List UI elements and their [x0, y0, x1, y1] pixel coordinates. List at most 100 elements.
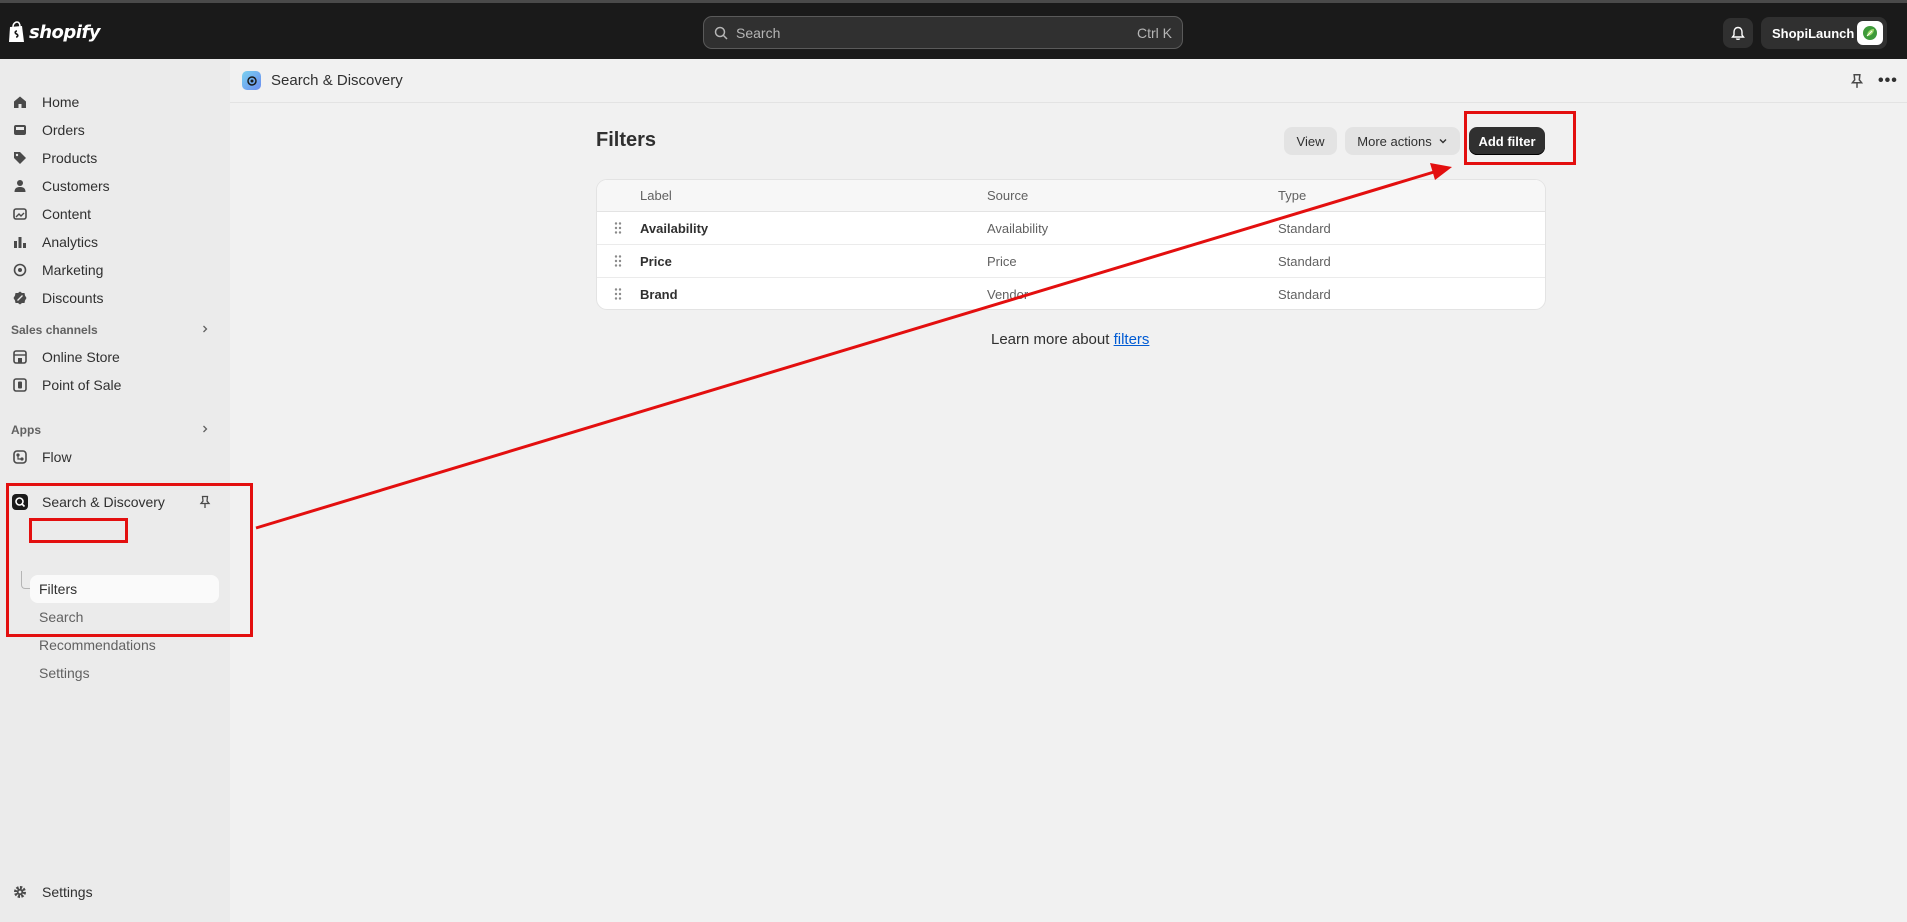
top-bar: shopify Search Ctrl K ShopiLaunch [0, 0, 1907, 59]
image-icon [12, 206, 28, 222]
page-title: Filters [596, 129, 657, 151]
sidebar-item-settings[interactable]: Settings [8, 879, 218, 905]
sidebar-item-label: Home [42, 94, 80, 110]
sidebar-item-label: Online Store [42, 349, 120, 365]
sidebar-subitem-search[interactable]: Search [39, 609, 83, 625]
sidebar: Home Orders Products Customers Content A… [0, 59, 230, 922]
column-header-label: Label [640, 188, 672, 203]
person-icon [12, 178, 28, 194]
filters-table: Label Source Type Availability Availabil… [596, 179, 1546, 310]
inbox-icon [12, 122, 28, 138]
column-header-source: Source [987, 188, 1029, 203]
chevron-right-icon[interactable] [200, 324, 210, 334]
table-row[interactable]: Brand Vendor Standard [597, 278, 1545, 309]
sidebar-item-label: Analytics [42, 234, 99, 250]
app-title: Search & Discovery [271, 72, 403, 89]
home-icon [12, 94, 28, 110]
table-header: Label Source Type [597, 180, 1545, 212]
pin-icon[interactable] [1849, 73, 1865, 89]
row-type: Standard [1278, 287, 1331, 302]
sidebar-item-label: Customers [42, 178, 110, 194]
learn-more-text: Learn more about filters [991, 331, 1149, 348]
bell-icon [1731, 26, 1745, 40]
add-filter-label: Add filter [1478, 133, 1536, 149]
sidebar-item-label: Marketing [42, 262, 104, 278]
row-label: Price [640, 254, 672, 269]
sidebar-item-customers[interactable]: Customers [8, 173, 218, 199]
view-button-label: View [1296, 133, 1325, 149]
learn-more-prefix: Learn more about [991, 331, 1114, 348]
sidebar-item-label: Products [42, 150, 98, 166]
search-icon [714, 26, 728, 40]
pos-icon [12, 377, 28, 393]
drag-handle-icon[interactable] [613, 287, 623, 301]
sidebar-item-label: Search & Discovery [42, 494, 165, 510]
chevron-right-icon[interactable] [200, 424, 210, 434]
row-label: Availability [640, 221, 709, 236]
sidebar-item-label: Settings [42, 884, 93, 900]
shopify-bag-icon [9, 21, 24, 42]
sidebar-item-home[interactable]: Home [8, 89, 218, 115]
annotation-arrow [255, 163, 1452, 530]
search-shortcut: Ctrl K [1137, 24, 1172, 41]
store-name: ShopiLaunch [1772, 25, 1855, 41]
apps-heading: Apps [11, 423, 41, 437]
pin-icon[interactable] [198, 495, 212, 509]
sidebar-item-label: Discounts [42, 290, 104, 306]
drag-handle-icon[interactable] [613, 221, 623, 235]
sidebar-item-label: Point of Sale [42, 377, 122, 393]
store-icon [12, 349, 28, 365]
leaf-icon [1863, 26, 1877, 40]
sidebar-item-search-discovery[interactable]: Search & Discovery [8, 489, 218, 515]
sidebar-subitem-recommendations[interactable]: Recommendations [39, 637, 156, 653]
app-page-header: Search & Discovery ••• [230, 59, 1907, 103]
store-menu-button[interactable]: ShopiLaunch [1761, 17, 1887, 49]
search-discovery-app-icon [12, 494, 28, 510]
sidebar-item-products[interactable]: Products [8, 145, 218, 171]
search-discovery-app-icon [242, 71, 261, 90]
row-source: Price [987, 254, 1017, 269]
table-row[interactable]: Availability Availability Standard [597, 212, 1545, 245]
shopify-logo[interactable]: shopify [8, 21, 101, 43]
row-source: Vendor [987, 287, 1029, 302]
store-avatar [1857, 21, 1883, 45]
flow-icon [12, 449, 28, 465]
sidebar-item-point-of-sale[interactable]: Point of Sale [8, 372, 218, 398]
more-options-icon[interactable]: ••• [1878, 72, 1898, 90]
sidebar-item-label: Orders [42, 122, 85, 138]
search-placeholder: Search [736, 24, 781, 41]
add-filter-button[interactable]: Add filter [1469, 127, 1545, 155]
row-source: Availability [987, 221, 1049, 236]
sidebar-item-marketing[interactable]: Marketing [8, 257, 218, 283]
sales-channels-heading: Sales channels [11, 323, 98, 337]
sidebar-item-orders[interactable]: Orders [8, 117, 218, 143]
sidebar-item-content[interactable]: Content [8, 201, 218, 227]
more-actions-button[interactable]: More actions [1345, 127, 1460, 155]
sidebar-item-flow[interactable]: Flow [8, 444, 218, 470]
sidebar-item-label: Content [42, 206, 92, 222]
drag-handle-icon[interactable] [613, 254, 623, 268]
gear-icon [12, 884, 28, 900]
sidebar-item-label: Flow [42, 449, 72, 465]
table-row[interactable]: Price Price Standard [597, 245, 1545, 278]
bar-chart-icon [12, 234, 28, 250]
sidebar-item-analytics[interactable]: Analytics [8, 229, 218, 255]
discount-icon [12, 290, 28, 306]
sidebar-item-online-store[interactable]: Online Store [8, 344, 218, 370]
sidebar-subitem-settings[interactable]: Settings [39, 665, 90, 681]
filters-help-link[interactable]: filters [1114, 331, 1150, 348]
view-button[interactable]: View [1284, 127, 1337, 155]
column-header-type: Type [1278, 188, 1307, 203]
chevron-down-icon [1439, 139, 1447, 144]
tag-icon [12, 150, 28, 166]
more-actions-label: More actions [1357, 133, 1432, 149]
sidebar-item-discounts[interactable]: Discounts [8, 285, 218, 311]
row-type: Standard [1278, 221, 1331, 236]
notifications-button[interactable] [1723, 18, 1753, 48]
row-type: Standard [1278, 254, 1331, 269]
global-search-input[interactable]: Search Ctrl K [703, 16, 1183, 49]
target-icon [12, 262, 28, 278]
sidebar-subitem-filters[interactable]: Filters [39, 581, 77, 597]
row-label: Brand [640, 287, 678, 302]
logo-wordmark: shopify [29, 21, 101, 43]
